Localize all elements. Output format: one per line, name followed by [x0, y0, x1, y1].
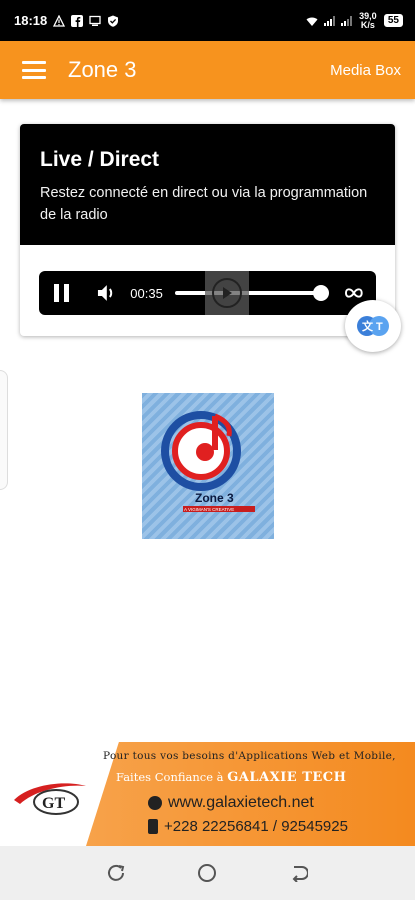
status-left: 18:18	[14, 13, 119, 28]
battery-icon: 55	[383, 14, 403, 27]
recents-icon	[107, 864, 125, 881]
status-bar: 18:18 39,0 K/s 55	[0, 0, 415, 41]
menu-icon-line	[22, 61, 46, 64]
ad-line-2-prefix: Faites Confiance à	[116, 770, 224, 784]
pause-icon-bar	[64, 284, 70, 302]
translate-icon: 文 T	[357, 316, 389, 336]
signal-icon	[340, 15, 352, 26]
galaxie-tech-logo: GT	[14, 783, 86, 815]
warning-icon	[53, 14, 66, 27]
edge-panel-handle[interactable]	[0, 370, 8, 490]
svg-text:T: T	[376, 321, 383, 333]
pause-button[interactable]	[51, 282, 73, 304]
ad-phone-text: +228 22256841 / 92545925	[164, 818, 348, 835]
zone3-logo-mark: Zone 3 A VIGIMAN'S CREATIVE	[161, 411, 255, 512]
menu-button[interactable]	[22, 61, 46, 79]
live-card: Live / Direct Restez connecté en direct …	[20, 124, 395, 336]
pause-icon-bar	[54, 284, 60, 302]
ad-brand-name: GALAXIE TECH	[227, 770, 347, 785]
menu-icon-line	[22, 68, 46, 72]
media-box-button[interactable]: Media Box	[330, 62, 401, 79]
home-icon	[198, 864, 217, 882]
cast-icon	[89, 15, 101, 26]
menu-icon-line	[22, 76, 46, 79]
shield-icon	[108, 15, 119, 27]
ad-website-text: www.galaxietech.net	[168, 794, 314, 811]
back-button[interactable]	[288, 862, 310, 884]
network-speed: 39,0 K/s	[359, 10, 377, 30]
loop-icon[interactable]	[344, 286, 364, 300]
status-right: 39,0 K/s 55	[306, 10, 403, 30]
facebook-icon	[71, 14, 84, 27]
play-icon	[212, 278, 242, 308]
signal-icon	[323, 15, 335, 26]
ad-phone: +228 22256841 / 92545925	[148, 818, 348, 835]
app-title: Zone 3	[68, 57, 137, 82]
audio-player: 00:35	[39, 271, 376, 315]
zone3-logo: Zone 3 A VIGIMAN'S CREATIVE	[142, 393, 274, 539]
globe-icon	[148, 796, 162, 810]
wifi-icon	[306, 16, 318, 26]
phone-icon	[148, 819, 158, 834]
svg-text:文: 文	[362, 319, 374, 333]
system-nav-bar	[0, 846, 415, 900]
live-card-title: Live / Direct	[40, 148, 160, 171]
play-overlay-button[interactable]	[205, 271, 249, 315]
ad-banner[interactable]: GT Pour tous vos besoins d'Applications …	[0, 742, 415, 846]
translate-button[interactable]: 文 T	[345, 300, 401, 352]
logo-tagline: A VIGIMAN'S CREATIVE	[184, 507, 234, 512]
status-time: 18:18	[14, 13, 48, 28]
back-icon	[292, 866, 309, 882]
ad-line-2: Faites Confiance à GALAXIE TECH	[116, 770, 346, 785]
elapsed-time: 00:35	[130, 285, 163, 301]
app-bar: Zone 3 Media Box	[0, 41, 415, 99]
volume-icon[interactable]	[95, 282, 117, 304]
recents-button[interactable]	[105, 862, 127, 884]
ad-website: www.galaxietech.net	[148, 794, 314, 812]
battery-level: 55	[387, 15, 399, 26]
logo-wordmark: Zone 3	[195, 491, 234, 505]
live-card-header: Live / Direct Restez connecté en direct …	[20, 124, 395, 245]
live-card-subtitle: Restez connecté en direct ou via la prog…	[40, 185, 368, 223]
home-button[interactable]	[196, 862, 218, 884]
ad-line-1: Pour tous vos besoins d'Applications Web…	[103, 750, 396, 762]
seek-thumb[interactable]	[313, 285, 330, 301]
galaxie-tech-logo-text: GT	[42, 795, 65, 812]
